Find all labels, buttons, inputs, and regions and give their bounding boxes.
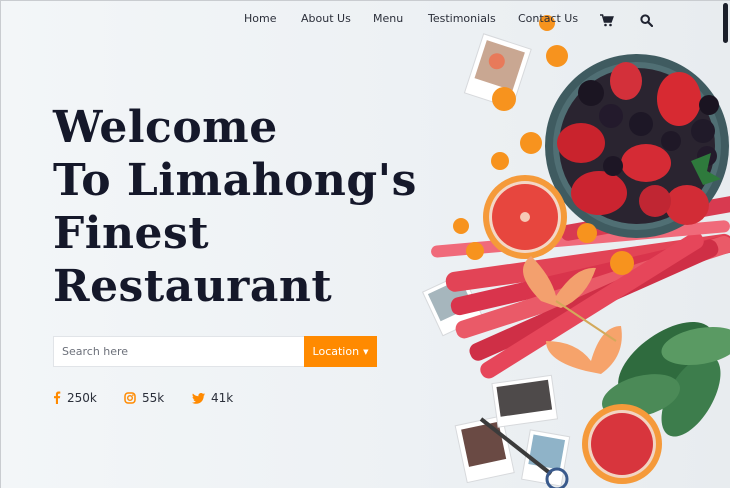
facebook-icon [53,389,61,408]
hero-title-line: Welcome [53,102,278,153]
hero-title-line: To Limahong's [53,155,417,206]
nav-about-us[interactable]: About Us [301,12,351,25]
social-facebook[interactable]: 250k [53,390,97,406]
social-twitter[interactable]: 41k [192,390,233,406]
cart-icon[interactable] [600,12,614,31]
instagram-count: 55k [142,391,165,405]
social-instagram[interactable]: 55k [124,390,164,406]
nav-contact-us[interactable]: Contact Us [518,12,578,25]
twitter-icon [192,389,205,408]
main-nav: Home About Us Menu Testimonials Contact … [1,12,730,28]
nav-testimonials[interactable]: Testimonials [428,12,496,25]
facebook-count: 250k [67,391,97,405]
location-dropdown-button[interactable]: Location ▼ [304,336,377,367]
nav-menu[interactable]: Menu [373,12,403,25]
hero-title-line: Finest [53,208,210,259]
instagram-icon [124,389,136,408]
hero-title-line: Restaurant [53,261,333,312]
hero-title: Welcome To Limahong's Finest Restaurant [53,101,417,313]
search-icon[interactable] [640,12,654,31]
search-input[interactable] [54,337,306,366]
caret-down-icon: ▼ [363,347,369,356]
nav-home[interactable]: Home [244,12,276,25]
search-bar: Location ▼ [53,336,377,367]
location-label: Location [312,345,360,358]
twitter-count: 41k [211,391,234,405]
